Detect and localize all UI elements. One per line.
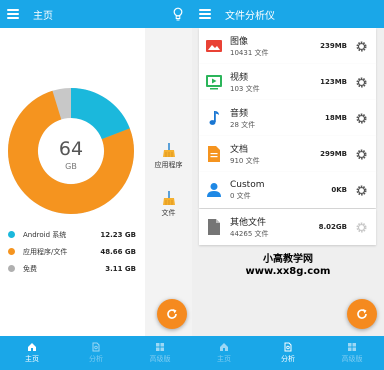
category-name: 视频 [230, 73, 249, 83]
watermark-title: 小高教学网 [263, 254, 313, 265]
legend-label: Android 系统 [23, 230, 67, 239]
home-screen: 主页 64 GB Android 系统 12.23 GB 应用程序/文件 48.… [0, 0, 192, 370]
gear-icon[interactable] [355, 148, 368, 161]
legend-label: 免费 [23, 264, 37, 273]
nav-premium[interactable]: 高级版 [128, 336, 192, 370]
video-icon [206, 75, 222, 90]
home-icon [220, 343, 228, 351]
total-storage-value: 64 [59, 138, 83, 160]
legend-dot [8, 231, 15, 238]
nav-home[interactable]: 主页 [192, 336, 256, 370]
legend-value: 48.66 GB [100, 247, 136, 256]
category-card-audio[interactable]: 音频 28 文件 18MB [199, 100, 376, 136]
nav-premium-label: 高级版 [149, 355, 171, 363]
nav-home-label: 主页 [217, 355, 231, 363]
gear-icon[interactable] [355, 112, 368, 125]
category-name: 图像 [230, 37, 249, 47]
legend-row-free: 免费 3.11 GB [8, 260, 136, 277]
category-card-other[interactable]: 其他文件 44265 文件 8.02GB [199, 209, 376, 245]
legend-row-apps: 应用程序/文件 48.66 GB [8, 243, 136, 260]
category-file-count: 0 文件 [230, 191, 251, 200]
category-card-custom[interactable]: Custom 0 文件 0KB [199, 172, 376, 208]
gear-icon[interactable] [355, 184, 368, 197]
legend-value: 12.23 GB [100, 230, 136, 239]
storage-donut-chart: 64 GB [8, 88, 134, 214]
legend-dot [8, 265, 15, 272]
nav-home-label: 主页 [25, 355, 39, 363]
analyzer-app-bar: 文件分析仪 [192, 0, 384, 28]
category-file-count: 910 文件 [230, 157, 260, 165]
clean-apps-label: 应用程序 [154, 161, 183, 169]
storage-overview: 64 GB Android 系统 12.23 GB 应用程序/文件 48.66 … [0, 28, 145, 336]
menu-icon[interactable] [7, 9, 19, 19]
category-file-count: 28 文件 [230, 121, 256, 129]
watermark-url: www.xx8g.com [245, 266, 331, 277]
legend-row-android: Android 系统 12.23 GB [8, 226, 136, 243]
document-search-icon [284, 342, 292, 352]
legend-dot [8, 248, 15, 255]
nav-analysis[interactable]: 分析 [256, 336, 320, 370]
category-file-count: 103 文件 [230, 85, 260, 93]
home-icon [28, 343, 36, 351]
category-size: 299MB [320, 150, 347, 158]
image-icon [206, 40, 222, 52]
file-icon [208, 219, 220, 235]
category-card-video[interactable]: 视频 103 文件 123MB [199, 64, 376, 100]
refresh-icon [167, 309, 177, 319]
category-card-images[interactable]: 图像 10431 文件 239MB [199, 28, 376, 64]
category-file-count: 44265 文件 [230, 230, 269, 238]
category-size: 0KB [331, 186, 347, 194]
file-analyzer-screen: 文件分析仪 图像 10431 文件 239MB 视频 103 文件 123MB [192, 0, 384, 370]
page-title: 文件分析仪 [225, 10, 275, 22]
broom-icon [162, 143, 175, 157]
category-file-count: 10431 文件 [230, 49, 269, 57]
page-title: 主页 [33, 10, 53, 22]
category-size: 8.02GB [318, 223, 347, 231]
gear-icon[interactable] [355, 40, 368, 53]
music-icon [209, 111, 219, 125]
nav-analysis-label: 分析 [281, 355, 295, 363]
clean-files-button[interactable]: 文件 [145, 190, 192, 218]
bulb-icon[interactable] [173, 7, 183, 21]
category-size: 239MB [320, 42, 347, 50]
cleaner-strip: 应用程序 文件 [145, 28, 192, 336]
total-storage-unit: GB [65, 162, 77, 171]
bottom-nav: 主页 分析 高级版 [192, 336, 384, 370]
refresh-button[interactable] [157, 299, 187, 329]
category-name: Custom [230, 179, 265, 190]
refresh-icon [357, 309, 367, 319]
category-size: 123MB [320, 78, 347, 86]
category-name: 音频 [230, 109, 249, 119]
grid-icon [156, 343, 164, 351]
clean-apps-button[interactable]: 应用程序 [145, 142, 192, 170]
nav-premium-label: 高级版 [341, 355, 363, 363]
document-icon [208, 146, 220, 162]
nav-premium[interactable]: 高级版 [320, 336, 384, 370]
person-icon [207, 183, 221, 197]
category-size: 18MB [324, 114, 347, 122]
gear-icon[interactable] [355, 76, 368, 89]
storage-legend: Android 系统 12.23 GB 应用程序/文件 48.66 GB 免费 … [8, 226, 136, 277]
gear-icon[interactable] [355, 221, 368, 234]
nav-home[interactable]: 主页 [0, 336, 64, 370]
broom-icon [162, 191, 175, 205]
refresh-button[interactable] [347, 299, 377, 329]
bottom-nav: 主页 分析 高级版 [0, 336, 192, 370]
legend-label: 应用程序/文件 [23, 247, 68, 256]
category-card-documents[interactable]: 文档 910 文件 299MB [199, 136, 376, 172]
category-name: 文档 [230, 145, 249, 155]
category-name: 其他文件 [230, 218, 267, 228]
menu-icon[interactable] [199, 9, 211, 19]
grid-icon [348, 343, 356, 351]
nav-analysis[interactable]: 分析 [64, 336, 128, 370]
document-search-icon [92, 342, 100, 352]
legend-value: 3.11 GB [105, 264, 136, 273]
home-app-bar: 主页 [0, 0, 192, 28]
clean-files-label: 文件 [161, 209, 176, 217]
nav-analysis-label: 分析 [89, 355, 103, 363]
